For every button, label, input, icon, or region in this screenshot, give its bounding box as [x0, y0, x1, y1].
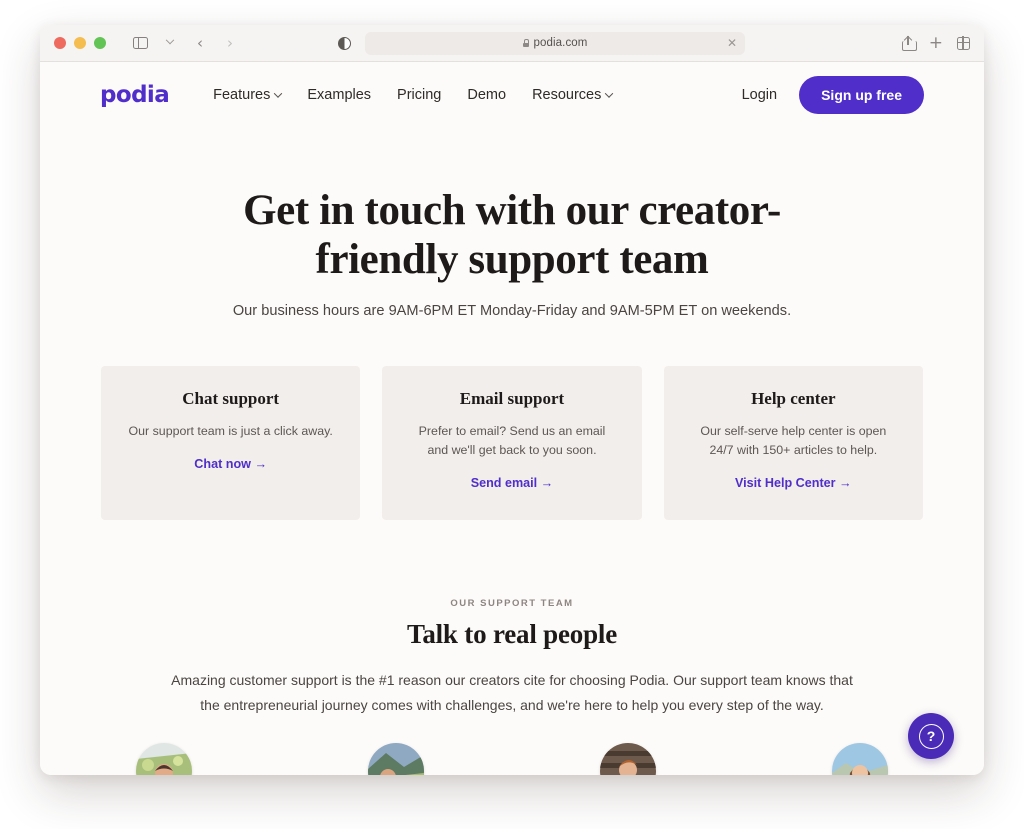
minimize-window-button[interactable] [74, 37, 86, 49]
sidebar-toggle-button[interactable] [128, 32, 152, 54]
team-member-avatar-1 [136, 742, 192, 775]
nav-item-label: Demo [467, 87, 507, 103]
chevron-down-icon [165, 35, 175, 45]
podia-logo[interactable]: podia [100, 82, 170, 108]
question-mark-icon: ? [918, 723, 944, 749]
nav-item-label: Examples [307, 87, 372, 103]
visit-help-center-link[interactable]: Visit Help Center → [735, 476, 852, 490]
card-body: Our self-serve help center is open 24/7 … [700, 424, 887, 458]
chevron-down-icon [605, 89, 614, 98]
back-button[interactable]: ‹ [188, 32, 212, 54]
stop-loading-icon[interactable]: ✕ [727, 37, 737, 49]
browser-window: ‹ › podia.com ✕ + podia Features Example… [40, 25, 984, 775]
team-member-avatar-2 [368, 742, 424, 775]
navigation-controls: ‹ › [128, 32, 242, 54]
site-navbar: podia Features Examples Pricing Demo Res… [40, 62, 984, 128]
help-widget-button[interactable]: ? [908, 713, 954, 759]
lock-icon [522, 39, 530, 47]
section-body: Amazing customer support is the #1 reaso… [171, 672, 853, 713]
screenshot-stage: ‹ › podia.com ✕ + podia Features Example… [0, 0, 1024, 829]
support-team-section: OUR SUPPORT TEAM Talk to real people Ama… [40, 598, 984, 716]
page-title: Get in touch with our creator-friendly s… [243, 187, 781, 284]
sign-up-free-button[interactable]: Sign up free [799, 76, 924, 114]
reader-mode-icon[interactable] [338, 36, 351, 50]
chevron-down-icon [274, 89, 283, 98]
maximize-window-button[interactable] [94, 37, 106, 49]
address-bar[interactable]: podia.com ✕ [365, 31, 745, 55]
browser-toolbar: ‹ › podia.com ✕ + [40, 25, 984, 62]
hero-section: Get in touch with our creator-friendly s… [40, 128, 984, 319]
toolbar-right-actions: + [901, 34, 971, 52]
new-tab-icon[interactable]: + [929, 34, 943, 52]
card-chat-support: Chat support Our support team is just a … [101, 366, 361, 521]
share-icon[interactable] [901, 35, 917, 51]
nav-links: Features Examples Pricing Demo Resources [213, 87, 614, 103]
support-cards: Chat support Our support team is just a … [40, 366, 984, 521]
sidebar-dropdown-button[interactable] [158, 32, 182, 54]
forward-button[interactable]: › [218, 32, 242, 54]
tab-grid-icon[interactable] [956, 36, 971, 50]
nav-item-demo[interactable]: Demo [467, 87, 506, 103]
window-controls [54, 37, 106, 49]
web-page: podia Features Examples Pricing Demo Res… [40, 62, 984, 775]
section-title: Talk to real people [407, 619, 617, 650]
nav-item-examples[interactable]: Examples [307, 87, 371, 103]
close-window-button[interactable] [54, 37, 66, 49]
card-help-center: Help center Our self-serve help center i… [663, 366, 923, 521]
team-member-avatar-4 [832, 742, 888, 775]
nav-item-label: Pricing [397, 87, 442, 103]
section-eyebrow: OUR SUPPORT TEAM [450, 598, 574, 610]
team-avatars [40, 742, 984, 775]
card-title: Email support [459, 389, 565, 409]
send-email-link[interactable]: Send email → [471, 476, 554, 490]
nav-actions: Login Sign up free [742, 76, 924, 114]
login-link[interactable]: Login [742, 87, 777, 103]
card-email-support: Email support Prefer to email? Send us a… [382, 366, 642, 521]
sidebar-icon [132, 36, 148, 50]
nav-item-label: Features [213, 87, 271, 103]
card-body: Our support team is just a click away. [128, 424, 333, 439]
chat-now-link[interactable]: Chat now → [194, 457, 267, 471]
card-title: Help center [751, 389, 836, 409]
team-member-avatar-3 [600, 742, 656, 775]
nav-item-features[interactable]: Features [213, 87, 283, 103]
card-title: Chat support [182, 389, 280, 409]
hero-subheading: Our business hours are 9AM-6PM ET Monday… [232, 303, 792, 320]
nav-item-label: Resources [532, 87, 602, 103]
nav-item-pricing[interactable]: Pricing [397, 87, 441, 103]
nav-item-resources[interactable]: Resources [532, 87, 614, 103]
url-text: podia.com [533, 37, 588, 49]
card-body: Prefer to email? Send us an email and we… [418, 424, 606, 458]
